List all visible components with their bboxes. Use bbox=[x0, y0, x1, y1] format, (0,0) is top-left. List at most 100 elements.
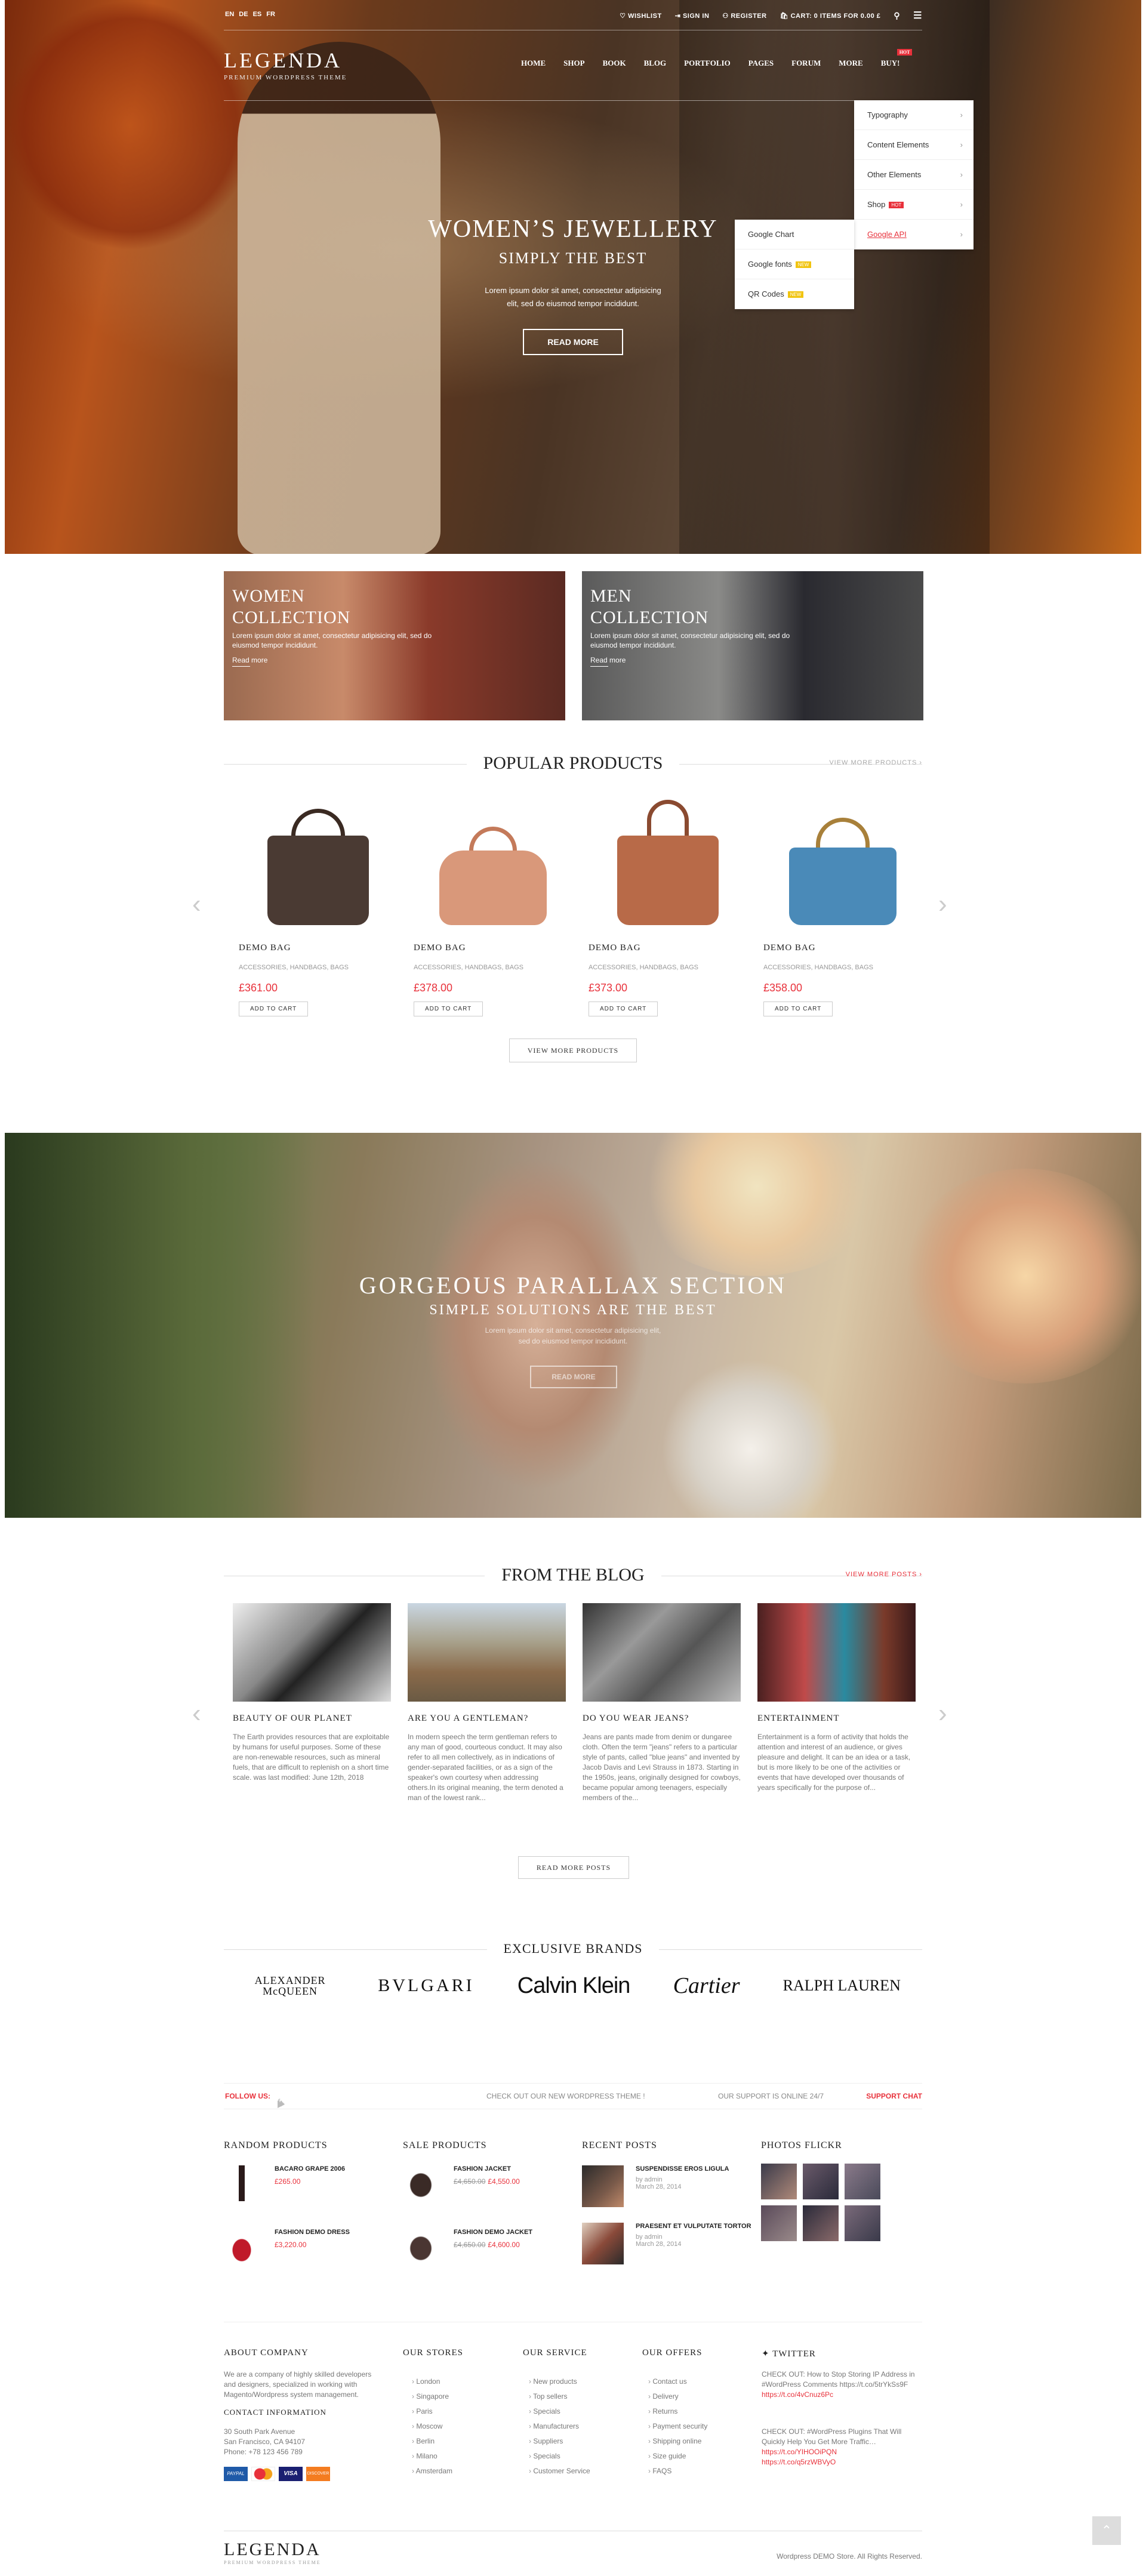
lang-de[interactable]: DE bbox=[239, 11, 248, 18]
brand-logo-calvin-klein[interactable]: Calvin Klein bbox=[517, 1973, 631, 1999]
post-title[interactable]: SUSPENDISSE EROS LIGULA bbox=[636, 2165, 755, 2173]
footer-logo[interactable]: LEGENDA PREMIUM WORDPRESS THEME bbox=[224, 2540, 321, 2565]
footer-link[interactable]: Milano bbox=[412, 2449, 452, 2464]
footer-link[interactable]: Suppliers bbox=[529, 2434, 590, 2449]
product-card[interactable]: DEMO BAG ACCESSORIES, HANDBAGS, BAGS £36… bbox=[239, 794, 397, 1016]
nav-more[interactable]: MORE bbox=[830, 58, 871, 68]
wine-bottle-thumbnail[interactable] bbox=[224, 2165, 260, 2201]
product-name[interactable]: FASHION JACKET bbox=[454, 2165, 520, 2173]
sale-product-item[interactable]: FASHION JACKET £4,650.00 £4,550.00 bbox=[454, 2165, 520, 2186]
signin-link[interactable]: ⇥ SIGN IN bbox=[675, 12, 710, 20]
flickr-photo[interactable] bbox=[803, 2164, 839, 2199]
product-name[interactable]: FASHION DEMO JACKET bbox=[454, 2229, 532, 2236]
post-thumbnail[interactable] bbox=[582, 2223, 624, 2264]
footer-link[interactable]: Delivery bbox=[648, 2389, 707, 2404]
nav-buy[interactable]: BUY! HOT bbox=[872, 49, 913, 68]
product-name[interactable]: DEMO BAG bbox=[589, 943, 747, 953]
collection-read-more-link[interactable]: Read more bbox=[232, 656, 267, 667]
brand-logo-mcqueen[interactable]: ALEXANDER McQUEEN bbox=[245, 1975, 335, 1996]
footer-link[interactable]: London bbox=[412, 2374, 452, 2389]
footer-link[interactable]: Specials bbox=[529, 2404, 590, 2419]
view-more-products-link[interactable]: VIEW MORE PRODUCTS › bbox=[829, 759, 922, 766]
back-to-top-button[interactable]: ⌃ bbox=[1092, 2516, 1121, 2545]
menu-item-content-elements[interactable]: Content Elements › bbox=[854, 130, 974, 160]
footer-link[interactable]: Contact us bbox=[648, 2374, 707, 2389]
blog-post-title[interactable]: ENTERTAINMENT bbox=[757, 1714, 916, 1724]
tweet-link[interactable]: https://t.co/4vCnuz6Pc bbox=[762, 2390, 923, 2400]
product-name[interactable]: DEMO BAG bbox=[763, 943, 922, 953]
footer-link[interactable]: Berlin bbox=[412, 2434, 452, 2449]
product-image[interactable] bbox=[763, 794, 922, 931]
lang-en[interactable]: EN bbox=[225, 11, 234, 18]
tweet-link[interactable]: https://t.co/q5rzWBVyO bbox=[762, 2457, 923, 2467]
footer-link[interactable]: Moscow bbox=[412, 2419, 452, 2434]
blog-post-image[interactable] bbox=[233, 1603, 391, 1702]
menu-item-other-elements[interactable]: Other Elements › bbox=[854, 160, 974, 190]
nav-home[interactable]: HOME bbox=[512, 58, 554, 68]
menu-icon[interactable]: ☰ bbox=[913, 10, 922, 21]
post-author[interactable]: by admin bbox=[636, 2176, 755, 2183]
menu-item-typography[interactable]: Typography › bbox=[854, 100, 974, 130]
blog-post-card[interactable]: ARE YOU A GENTLEMAN? In modern speech th… bbox=[408, 1603, 566, 1803]
collection-read-more-link[interactable]: Read more bbox=[590, 656, 626, 667]
footer-link[interactable]: Shipping online bbox=[648, 2434, 707, 2449]
product-image[interactable] bbox=[239, 794, 397, 931]
hero-read-more-button[interactable]: READ MORE bbox=[523, 329, 623, 355]
product-image[interactable] bbox=[414, 794, 572, 931]
blog-post-title[interactable]: BEAUTY OF OUR PLANET bbox=[233, 1714, 391, 1724]
flickr-photo[interactable] bbox=[845, 2205, 880, 2241]
lang-fr[interactable]: FR bbox=[266, 11, 275, 18]
footer-link[interactable]: Customer Service bbox=[529, 2464, 590, 2479]
product-image[interactable] bbox=[589, 794, 747, 931]
blog-post-image[interactable] bbox=[408, 1603, 566, 1702]
blog-post-title[interactable]: ARE YOU A GENTLEMAN? bbox=[408, 1714, 566, 1724]
product-card[interactable]: DEMO BAG ACCESSORIES, HANDBAGS, BAGS £37… bbox=[414, 794, 572, 1016]
register-link[interactable]: ⚇ REGISTER bbox=[722, 12, 766, 20]
product-name[interactable]: BACARO GRAPE 2006 bbox=[275, 2165, 345, 2173]
blog-post-title[interactable]: DO YOU WEAR JEANS? bbox=[583, 1714, 741, 1724]
blog-post-card[interactable]: ENTERTAINMENT Entertainment is a form of… bbox=[757, 1603, 916, 1793]
chevron-right-icon[interactable]: › bbox=[938, 889, 947, 919]
wishlist-link[interactable]: ♡ WISHLIST bbox=[620, 12, 662, 20]
nav-forum[interactable]: FORUM bbox=[783, 58, 830, 68]
chevron-left-icon[interactable]: ‹ bbox=[192, 889, 201, 919]
support-chat-link[interactable]: SUPPORT CHAT bbox=[866, 2092, 922, 2100]
blog-post-card[interactable]: BEAUTY OF OUR PLANET The Earth provides … bbox=[233, 1603, 391, 1783]
flickr-photo[interactable] bbox=[761, 2164, 797, 2199]
search-icon[interactable]: ⚲ bbox=[894, 11, 900, 21]
men-collection-banner[interactable]: MEN COLLECTION Lorem ipsum dolor sit amet… bbox=[582, 571, 923, 720]
flickr-photo[interactable] bbox=[761, 2205, 797, 2241]
jacket-thumbnail[interactable] bbox=[403, 2229, 439, 2264]
add-to-cart-button[interactable]: ADD TO CART bbox=[589, 1002, 658, 1016]
footer-link[interactable]: FAQS bbox=[648, 2464, 707, 2479]
random-product-item[interactable]: BACARO GRAPE 2006 £265.00 bbox=[275, 2165, 345, 2186]
strip-promo-text[interactable]: CHECK OUT OUR NEW WORDPRESS THEME ! bbox=[486, 2092, 645, 2100]
parallax-read-more-button[interactable]: READ MORE bbox=[530, 1366, 617, 1388]
footer-link[interactable]: New products bbox=[529, 2374, 590, 2389]
read-more-posts-button[interactable]: READ MORE POSTS bbox=[518, 1856, 629, 1879]
dress-thumbnail[interactable] bbox=[224, 2229, 260, 2264]
product-name[interactable]: DEMO BAG bbox=[239, 943, 397, 953]
footer-link[interactable]: Size guide bbox=[648, 2449, 707, 2464]
add-to-cart-button[interactable]: ADD TO CART bbox=[239, 1002, 309, 1016]
sale-product-item[interactable]: FASHION DEMO JACKET £4,650.00 £4,600.00 bbox=[454, 2229, 532, 2249]
post-thumbnail[interactable] bbox=[582, 2165, 624, 2207]
footer-link[interactable]: Returns bbox=[648, 2404, 707, 2419]
chevron-left-icon[interactable]: ‹ bbox=[192, 1699, 201, 1728]
jacket-thumbnail[interactable] bbox=[403, 2165, 439, 2201]
footer-link[interactable]: Amsterdam bbox=[412, 2464, 452, 2479]
post-title[interactable]: PRAESENT ET VULPUTATE TORTOR bbox=[636, 2223, 755, 2230]
blog-post-image[interactable] bbox=[757, 1603, 916, 1702]
footer-link[interactable]: Specials bbox=[529, 2449, 590, 2464]
footer-link[interactable]: Singapore bbox=[412, 2389, 452, 2404]
blog-post-image[interactable] bbox=[583, 1603, 741, 1702]
cart-link[interactable]: 🛍 CART: 0 ITEMS FOR 0.00 £ bbox=[780, 12, 881, 20]
product-name[interactable]: DEMO BAG bbox=[414, 943, 572, 953]
women-collection-banner[interactable]: WOMEN COLLECTION Lorem ipsum dolor sit am… bbox=[224, 571, 565, 720]
add-to-cart-button[interactable]: ADD TO CART bbox=[763, 1002, 833, 1016]
flickr-photo[interactable] bbox=[803, 2205, 839, 2241]
random-product-item[interactable]: FASHION DEMO DRESS £3,220.00 bbox=[275, 2229, 350, 2249]
rss-icon[interactable]: ◔ bbox=[278, 2098, 293, 2109]
recent-post-item[interactable]: PRAESENT ET VULPUTATE TORTOR by admin Marc… bbox=[636, 2223, 755, 2248]
footer-link[interactable]: Payment security bbox=[648, 2419, 707, 2434]
